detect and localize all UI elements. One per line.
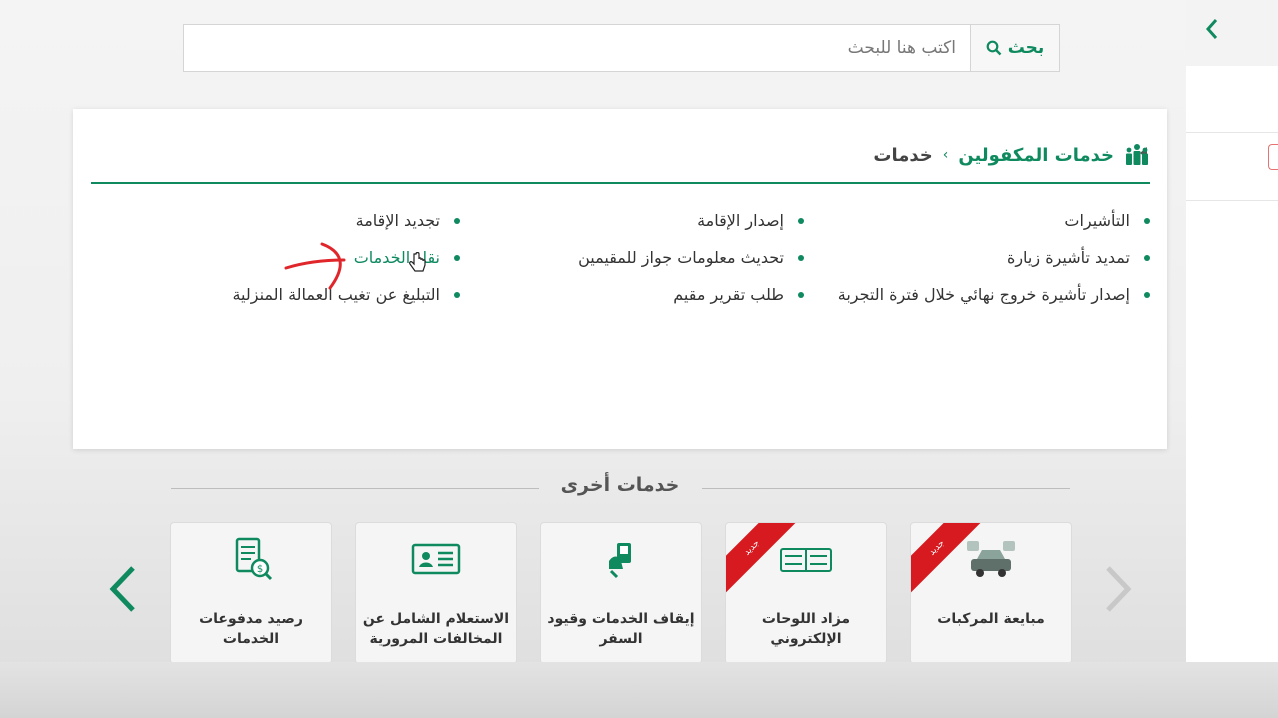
svg-text:$: $ <box>257 564 263 575</box>
chevron-left-icon[interactable] <box>105 562 141 616</box>
search-button[interactable]: بحث <box>970 25 1059 71</box>
divider <box>1186 132 1278 133</box>
service-tile-traffic-violations[interactable]: الاستعلام الشامل عن المخالفات المرورية <box>355 522 517 664</box>
breadcrumb-current: خدمات <box>873 144 933 166</box>
service-tile-label: مبايعة المركبات <box>937 611 1045 627</box>
service-link-label: التأشيرات <box>1064 211 1130 230</box>
side-panel <box>1186 0 1278 662</box>
service-link-label: إصدار الإقامة <box>697 211 784 230</box>
divider <box>91 182 1150 184</box>
service-tile-label: رصيد مدفوعات الخدمات <box>199 611 303 647</box>
service-tile-label: مزاد اللوحات الإلكتروني <box>761 611 851 647</box>
section-title: خدمات أخرى <box>560 474 680 496</box>
service-tile-plate-auction[interactable]: جديد مزاد اللوحات الإلكتروني <box>725 522 887 664</box>
annotation-arrow-icon <box>284 242 346 290</box>
car-sale-icon <box>967 541 1015 577</box>
service-link[interactable]: طلب تقرير مقيم <box>673 285 804 304</box>
side-panel-tab[interactable] <box>1268 144 1278 170</box>
service-tile-payment-balance[interactable]: $ رصيد مدفوعات الخدمات <box>170 522 332 664</box>
service-link[interactable]: تحديث معلومات جواز للمقيمين <box>578 248 804 267</box>
footer-strip <box>0 662 1278 718</box>
payment-balance-icon: $ <box>235 537 273 581</box>
search-bar: بحث <box>183 24 1060 72</box>
divider <box>702 488 1070 489</box>
service-link[interactable]: إصدار الإقامة <box>697 211 804 230</box>
service-tile-label: الاستعلام الشامل عن المخالفات المرورية <box>362 611 510 647</box>
people-group-icon <box>1126 144 1148 165</box>
chevron-left-icon[interactable] <box>1200 14 1224 44</box>
divider <box>171 488 539 489</box>
service-link[interactable]: تمديد تأشيرة زيارة <box>1007 248 1150 267</box>
divider <box>1186 200 1278 201</box>
service-tile-label: إيقاف الخدمات وقيود السفر <box>547 611 695 647</box>
service-link-label: تجديد الإقامة <box>355 211 440 230</box>
id-card-icon <box>411 543 461 575</box>
search-button-label: بحث <box>1007 38 1045 58</box>
service-link-label: تحديث معلومات جواز للمقيمين <box>578 248 784 267</box>
hand-cursor-icon <box>409 252 426 272</box>
service-link-transfer[interactable]: نقل الخدمات <box>354 248 460 267</box>
service-link-label: طلب تقرير مقيم <box>673 285 784 304</box>
service-link-label: تمديد تأشيرة زيارة <box>1006 248 1130 267</box>
chevron-right-icon[interactable] <box>1100 562 1136 616</box>
service-link[interactable]: تجديد الإقامة <box>356 211 460 230</box>
plates-auction-icon <box>780 548 832 572</box>
breadcrumb-link[interactable]: خدمات المكفولين <box>958 145 1114 166</box>
service-tile-suspend-services[interactable]: إيقاف الخدمات وقيود السفر <box>540 522 702 664</box>
breadcrumb-separator: › <box>942 147 949 163</box>
suspend-services-icon <box>609 543 631 579</box>
search-input[interactable] <box>184 25 970 71</box>
service-link[interactable]: إصدار تأشيرة خروج نهائي خلال فترة التجرب… <box>838 285 1150 304</box>
breadcrumb: خدمات المكفولين › خدمات <box>873 139 1150 171</box>
search-icon <box>986 40 1002 56</box>
service-link-label: إصدار تأشيرة خروج نهائي خلال فترة التجرب… <box>837 285 1130 304</box>
service-tile-vehicle-sale[interactable]: جديد مبايعة المركبات <box>910 522 1072 664</box>
service-link[interactable]: التأشيرات <box>1064 211 1150 230</box>
